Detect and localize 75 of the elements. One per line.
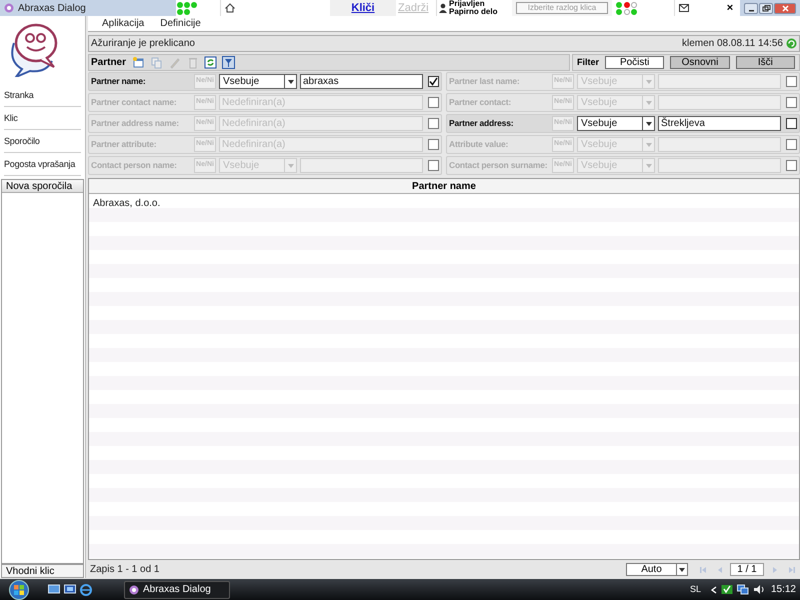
user-timestamp: klemen 08.08.11 14:56 <box>682 37 783 51</box>
browser-icon[interactable] <box>80 584 92 596</box>
language-indicator[interactable]: SL <box>690 582 701 596</box>
caret-icon[interactable] <box>288 80 294 84</box>
value-field[interactable] <box>300 158 423 173</box>
close-button[interactable]: × <box>724 2 736 14</box>
page-size-select[interactable]: Auto <box>626 563 688 576</box>
filter-label: Partner name: <box>91 75 147 88</box>
caret-icon[interactable] <box>646 122 652 126</box>
security-check-icon[interactable] <box>720 584 733 595</box>
restore-icon[interactable] <box>762 4 770 12</box>
value-field[interactable] <box>658 137 781 152</box>
speaker-icon[interactable] <box>752 584 765 595</box>
chevron-icon[interactable] <box>710 586 717 594</box>
refresh-icon[interactable] <box>786 38 797 49</box>
menu-item[interactable]: Definicije <box>160 16 201 31</box>
filter-label: Partner last name: <box>449 75 521 88</box>
network-icon[interactable] <box>736 584 749 595</box>
window-title: Abraxas Dialog <box>18 2 86 16</box>
window-switch-icon[interactable] <box>64 584 76 595</box>
taskbar-button[interactable]: Abraxas Dialog <box>124 580 230 598</box>
checkbox[interactable] <box>428 139 439 150</box>
caret-icon[interactable] <box>679 568 685 572</box>
column-header[interactable]: Partner name <box>89 179 799 193</box>
minimize-button[interactable] <box>744 2 758 14</box>
panel-header: Nova sporočila <box>2 180 83 193</box>
checkbox[interactable] <box>428 160 439 171</box>
operator-select[interactable]: Vsebuje <box>577 116 655 131</box>
filter-button[interactable]: Počisti <box>605 56 664 69</box>
mail-icon[interactable] <box>679 4 689 12</box>
checkbox[interactable] <box>428 97 439 108</box>
sidebar-link[interactable]: Pogosta vprašanja <box>4 153 81 176</box>
table-cell-text: Abraxas, d.o.o. <box>92 196 162 210</box>
status-message: Ažuriranje je preklicano <box>91 37 195 51</box>
filter-button[interactable]: Osnovni <box>670 56 730 69</box>
checkbox[interactable] <box>428 118 439 129</box>
value-field[interactable]: Štrekljeva <box>658 116 781 131</box>
status-text: Prijavljen <box>449 0 486 8</box>
checkbox[interactable] <box>786 118 797 129</box>
filter-button[interactable]: Išči <box>736 56 795 69</box>
value-field[interactable] <box>658 158 781 173</box>
value-field[interactable] <box>658 74 781 89</box>
sidebar-link[interactable]: Sporočilo <box>4 130 81 153</box>
filter-label: Attribute value: <box>449 138 510 151</box>
checkbox[interactable] <box>786 76 797 87</box>
filter-label: Partner contact name: <box>91 96 178 109</box>
filter-label: Partner address: <box>449 117 514 130</box>
record-count: Zapis 1 - 1 od 1 <box>90 563 160 577</box>
sidebar-link[interactable]: Stranka <box>4 84 81 107</box>
app-icon[interactable] <box>129 584 139 594</box>
checkbox[interactable] <box>786 97 797 108</box>
value-field[interactable]: abraxas <box>300 74 423 89</box>
operator-select[interactable]: Vsebuje <box>219 74 297 89</box>
status-text: Papirno delo <box>449 8 498 16</box>
toolbar-title: Partner <box>91 56 126 70</box>
close-icon[interactable] <box>780 4 790 12</box>
filter-label: Partner address name: <box>91 117 180 130</box>
filter-label: Contact person surname: <box>449 159 548 172</box>
filter-label: Partner contact: <box>449 96 512 109</box>
user-icon[interactable] <box>439 3 447 13</box>
close-button[interactable] <box>774 2 796 14</box>
page-field[interactable]: 1 / 1 <box>730 563 764 576</box>
desktop-icon[interactable] <box>48 584 60 595</box>
filter-label: Contact person name: <box>91 159 178 172</box>
checkbox[interactable] <box>786 160 797 171</box>
menu-item[interactable]: Aplikacija <box>102 16 144 31</box>
sidebar-footer: Vhodni klic <box>1 564 84 578</box>
toolbar-title: Filter <box>577 56 600 69</box>
home-icon[interactable] <box>225 3 235 13</box>
value-field[interactable] <box>658 95 781 110</box>
sidebar-link[interactable]: Klic <box>4 107 81 130</box>
checkbox[interactable] <box>786 139 797 150</box>
restore-button[interactable] <box>759 2 773 14</box>
filter-label: Partner attribute: <box>91 138 158 151</box>
clock: 15:12 <box>770 583 796 597</box>
